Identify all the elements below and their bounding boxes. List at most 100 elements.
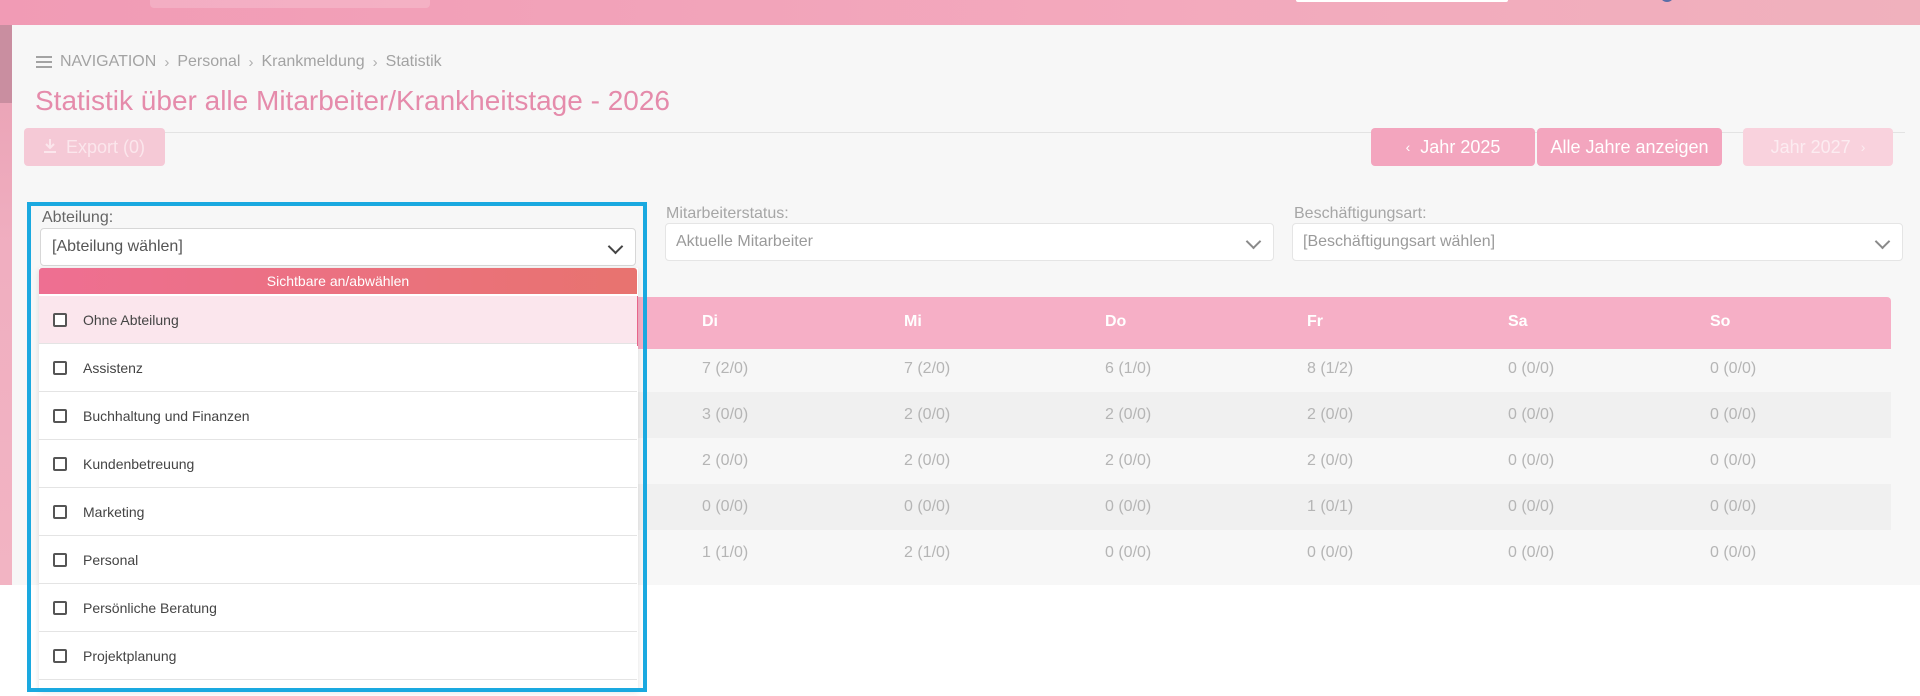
- export-label: Export (0): [65, 136, 146, 157]
- table-cell: 0 (0/0): [1710, 498, 1757, 515]
- table-header: Di Mi Do Fr Sa So: [635, 297, 1891, 349]
- prev-year-button[interactable]: ‹ Jahr 2025: [1371, 128, 1535, 166]
- option-label: Projektplanung: [83, 647, 177, 664]
- abteilung-dropdown-panel: Sichtbare an/abwählen Ohne Abteilung Ass…: [39, 268, 638, 690]
- table-cell: 2 (0/0): [702, 452, 749, 469]
- beschaeftigungsart-label: Beschäftigungsart:: [1294, 205, 1427, 222]
- toggle-visible-label: Sichtbare an/abwählen: [266, 273, 410, 289]
- breadcrumb: NAVIGATION › Personal › Krankmeldung › S…: [36, 52, 442, 72]
- table-cell: 0 (0/0): [1508, 452, 1555, 469]
- table-cell: 2 (1/0): [904, 544, 951, 561]
- option-label: Personal: [83, 551, 139, 568]
- option-label: Ohne Abteilung: [83, 311, 179, 328]
- breadcrumb-krankmeldung[interactable]: Krankmeldung: [261, 53, 364, 71]
- table-cell: 1 (1/0): [702, 544, 749, 561]
- table-cell: 2 (0/0): [1307, 452, 1354, 469]
- option-projektplanung[interactable]: Projektplanung: [39, 632, 637, 680]
- export-button[interactable]: Export (0): [24, 128, 165, 166]
- option-label: Marketing: [83, 503, 145, 520]
- download-icon: [43, 137, 56, 158]
- table-row: 3 (0/0) 2 (0/0) 2 (0/0) 2 (0/0) 0 (0/0) …: [635, 392, 1891, 438]
- option-label: Kundenbetreuung: [83, 455, 195, 472]
- breadcrumb-navigation[interactable]: NAVIGATION: [60, 53, 156, 71]
- option-label: Buchhaltung und Finanzen: [83, 407, 250, 424]
- table-row: 0 (0/0) 0 (0/0) 0 (0/0) 1 (0/1) 0 (0/0) …: [635, 484, 1891, 530]
- column-header-di[interactable]: Di: [702, 313, 718, 331]
- checkbox-icon[interactable]: [53, 456, 67, 471]
- table-cell: 2 (0/0): [1105, 452, 1152, 469]
- column-header-mi[interactable]: Mi: [904, 313, 922, 331]
- table-cell: 2 (0/0): [904, 406, 951, 423]
- next-year-label: Jahr 2027: [1770, 136, 1851, 157]
- chevron-right-icon: ›: [164, 53, 170, 71]
- option-ohne-abteilung[interactable]: Ohne Abteilung: [39, 296, 637, 344]
- navbar-input[interactable]: [1296, 0, 1508, 2]
- chevron-right-icon: ›: [372, 53, 378, 71]
- sidebar-collapsed: [0, 25, 12, 585]
- beschaeftigungsart-select[interactable]: [Beschäftigungsart wählen]: [1292, 223, 1903, 261]
- abteilung-select[interactable]: [Abteilung wählen]: [40, 228, 636, 266]
- navbar-search-field[interactable]: [150, 0, 430, 8]
- page-title: Statistik über alle Mitarbeiter/Krankhei…: [35, 85, 670, 116]
- table-cell: 0 (0/0): [702, 498, 749, 515]
- option-personal[interactable]: Personal: [39, 536, 637, 584]
- prev-year-label: Jahr 2025: [1420, 136, 1501, 157]
- table-cell: 0 (0/0): [904, 498, 951, 515]
- table-cell: 0 (0/0): [1508, 360, 1555, 377]
- checkbox-icon[interactable]: [53, 504, 67, 519]
- chevron-right-icon: ›: [1860, 139, 1866, 155]
- mitarbeiterstatus-select[interactable]: Aktuelle Mitarbeiter: [665, 223, 1274, 261]
- checkbox-icon[interactable]: [53, 360, 67, 375]
- abteilung-label: Abteilung:: [42, 209, 114, 226]
- chevron-right-icon: ›: [248, 53, 254, 71]
- table-cell: 0 (0/0): [1710, 544, 1757, 561]
- option-kundenbetreuung[interactable]: Kundenbetreuung: [39, 440, 637, 488]
- table-cell: 2 (0/0): [904, 452, 951, 469]
- option-buchhaltung-und-finanzen[interactable]: Buchhaltung und Finanzen: [39, 392, 637, 440]
- abteilung-option-list: Ohne Abteilung Assistenz Buchhaltung und…: [39, 296, 637, 680]
- breadcrumb-personal[interactable]: Personal: [177, 53, 240, 71]
- table-cell: 0 (0/0): [1710, 406, 1757, 423]
- mitarbeiterstatus-label: Mitarbeiterstatus:: [666, 205, 789, 222]
- option-persoenliche-beratung[interactable]: Persönliche Beratung: [39, 584, 637, 632]
- table-row: 1 (1/0) 2 (1/0) 0 (0/0) 0 (0/0) 0 (0/0) …: [635, 530, 1891, 576]
- column-header-so[interactable]: So: [1710, 313, 1730, 331]
- table-cell: 0 (0/0): [1710, 360, 1757, 377]
- toggle-visible-button[interactable]: Sichtbare an/abwählen: [39, 268, 637, 294]
- dropdown-scrollbar[interactable]: [637, 296, 638, 346]
- table-cell: 7 (2/0): [904, 360, 951, 377]
- chevron-down-icon: [1245, 233, 1262, 250]
- table-cell: 0 (0/0): [1105, 544, 1152, 561]
- user-avatar[interactable]: [1660, 0, 1674, 2]
- all-years-label: Alle Jahre anzeigen: [1550, 136, 1709, 157]
- beschaeftigungsart-value: [Beschäftigungsart wählen]: [1303, 233, 1496, 250]
- table-cell: 8 (1/2): [1307, 360, 1354, 377]
- table-row: 7 (2/0) 7 (2/0) 6 (1/0) 8 (1/2) 0 (0/0) …: [635, 346, 1891, 392]
- option-label: Persönliche Beratung: [83, 599, 217, 616]
- menu-icon[interactable]: [36, 56, 52, 68]
- option-assistenz[interactable]: Assistenz: [39, 344, 637, 392]
- next-year-button[interactable]: Jahr 2027 ›: [1743, 128, 1893, 166]
- column-header-do[interactable]: Do: [1105, 313, 1126, 331]
- checkbox-icon[interactable]: [53, 312, 67, 327]
- option-marketing[interactable]: Marketing: [39, 488, 637, 536]
- checkbox-icon[interactable]: [53, 408, 67, 423]
- checkbox-icon[interactable]: [53, 552, 67, 567]
- column-header-sa[interactable]: Sa: [1508, 313, 1528, 331]
- checkbox-icon[interactable]: [53, 648, 67, 663]
- column-header-fr[interactable]: Fr: [1307, 313, 1323, 331]
- table-cell: 0 (0/0): [1307, 544, 1354, 561]
- all-years-button[interactable]: Alle Jahre anzeigen: [1537, 128, 1722, 166]
- top-navbar: [0, 0, 1920, 25]
- table-cell: 7 (2/0): [702, 360, 749, 377]
- chevron-down-icon: [1874, 233, 1891, 250]
- table-cell: 2 (0/0): [1307, 406, 1354, 423]
- mitarbeiterstatus-value: Aktuelle Mitarbeiter: [676, 233, 813, 250]
- breadcrumb-statistik: Statistik: [385, 53, 442, 70]
- chevron-left-icon: ‹: [1405, 139, 1411, 155]
- chevron-down-icon: [607, 238, 624, 255]
- table-cell: 3 (0/0): [702, 406, 749, 423]
- checkbox-icon[interactable]: [53, 600, 67, 615]
- table-cell: 6 (1/0): [1105, 360, 1152, 377]
- table-row: 2 (0/0) 2 (0/0) 2 (0/0) 2 (0/0) 0 (0/0) …: [635, 438, 1891, 484]
